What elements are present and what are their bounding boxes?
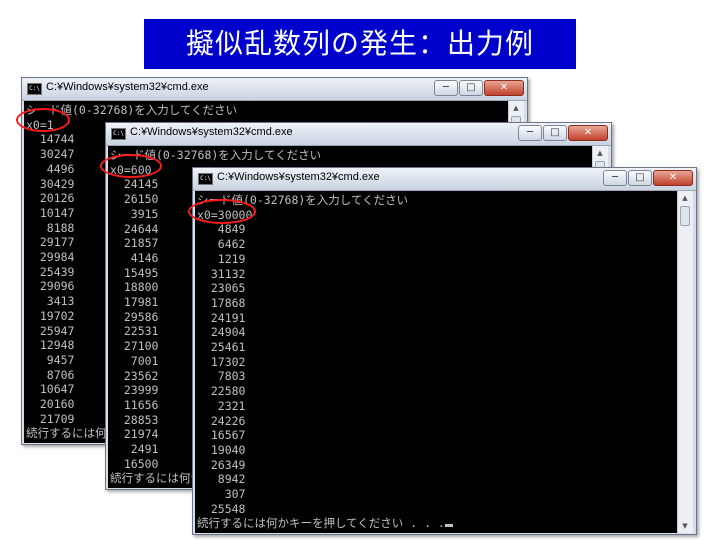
random-value: 10647 <box>39 382 75 397</box>
random-value: 8942 <box>217 472 246 487</box>
random-value: 26349 <box>210 457 246 472</box>
random-value: 21857 <box>123 236 159 251</box>
continue-line: 続行するには何かキーを押してください . . . <box>197 516 445 531</box>
random-value: 19040 <box>210 442 246 457</box>
random-value: 24226 <box>210 413 246 428</box>
random-value: 28853 <box>123 412 159 427</box>
random-value: 23562 <box>123 368 159 383</box>
slide-title: 擬似乱数列の発生：出力例 <box>144 19 576 69</box>
console-text: シード値(0-32768)を入力してください x0=30000 4849 646… <box>195 191 677 531</box>
random-value: 21709 <box>39 411 75 426</box>
console-output[interactable]: シード値(0-32768)を入力してください x0=30000 4849 646… <box>195 191 677 533</box>
random-value: 4146 <box>130 250 159 265</box>
maximize-button[interactable]: □ <box>628 170 652 186</box>
scroll-thumb[interactable] <box>680 206 690 226</box>
random-value: 4849 <box>217 222 246 237</box>
random-value: 7803 <box>217 369 246 384</box>
random-value: 20160 <box>39 397 75 412</box>
random-value: 3915 <box>130 206 159 221</box>
random-value: 3413 <box>46 294 75 309</box>
random-value: 19702 <box>39 308 75 323</box>
cmd-titlebar[interactable]: C:\ C:¥Windows¥system32¥cmd.exe ─ □ ✕ <box>193 168 696 191</box>
window-title: C:¥Windows¥system32¥cmd.exe <box>130 126 293 138</box>
random-value: 22531 <box>123 324 159 339</box>
vertical-scrollbar[interactable]: ▲ ▼ <box>677 191 693 533</box>
random-value: 17868 <box>210 295 246 310</box>
cmd-icon: C:\ <box>27 83 42 95</box>
random-value: 25461 <box>210 340 246 355</box>
random-value: 9457 <box>46 352 75 367</box>
random-value: 17302 <box>210 354 246 369</box>
random-value: 16500 <box>123 456 159 471</box>
random-value: 11656 <box>123 397 159 412</box>
slide: { "slide": { "title": "擬似乱数列の発生：出力例" }, … <box>0 0 720 540</box>
random-values: 4849 6462 1219 31132 23065 17868 24191 2… <box>197 222 246 516</box>
random-value: 27100 <box>123 339 159 354</box>
random-value: 20126 <box>39 191 75 206</box>
minimize-button[interactable]: ─ <box>518 125 542 141</box>
random-value: 15495 <box>123 265 159 280</box>
random-value: 23999 <box>123 383 159 398</box>
random-value: 24145 <box>123 177 159 192</box>
random-value: 2491 <box>130 442 159 457</box>
random-value: 10147 <box>39 205 75 220</box>
random-value: 31132 <box>210 266 246 281</box>
random-value: 307 <box>224 487 246 502</box>
random-value: 4496 <box>46 161 75 176</box>
cmd-titlebar[interactable]: C:\ C:¥Windows¥system32¥cmd.exe ─ □ ✕ <box>106 123 611 146</box>
minimize-button[interactable]: ─ <box>434 80 458 96</box>
seed-highlight-ellipse <box>16 108 70 132</box>
window-title: C:¥Windows¥system32¥cmd.exe <box>46 81 209 93</box>
random-values: 24145 26150 3915 24644 21857 4146 15495 … <box>110 177 159 471</box>
random-value: 30247 <box>39 147 75 162</box>
maximize-button[interactable]: □ <box>543 125 567 141</box>
random-value: 29984 <box>39 250 75 265</box>
random-value: 24191 <box>210 310 246 325</box>
random-value: 22580 <box>210 384 246 399</box>
random-value: 16567 <box>210 428 246 443</box>
random-value: 30429 <box>39 176 75 191</box>
random-value: 25548 <box>210 501 246 516</box>
random-value: 12948 <box>39 338 75 353</box>
scroll-down-icon[interactable]: ▼ <box>679 520 691 532</box>
scroll-up-icon[interactable]: ▲ <box>594 147 606 159</box>
random-value: 23065 <box>210 281 246 296</box>
random-value: 18800 <box>123 280 159 295</box>
random-value: 29096 <box>39 279 75 294</box>
random-value: 17981 <box>123 295 159 310</box>
window-title: C:¥Windows¥system32¥cmd.exe <box>217 171 380 183</box>
random-value: 25439 <box>39 264 75 279</box>
random-value: 8706 <box>46 367 75 382</box>
random-value: 21974 <box>123 427 159 442</box>
seed-highlight-ellipse <box>188 199 256 224</box>
scroll-up-icon[interactable]: ▲ <box>679 192 691 204</box>
scroll-up-icon[interactable]: ▲ <box>510 102 522 114</box>
text-cursor <box>444 524 453 528</box>
random-value: 24904 <box>210 325 246 340</box>
random-value: 29586 <box>123 309 159 324</box>
random-value: 14744 <box>39 132 75 147</box>
random-value: 2321 <box>217 398 246 413</box>
minimize-button[interactable]: ─ <box>603 170 627 186</box>
random-value: 24644 <box>123 221 159 236</box>
random-values: 14744 30247 4496 30429 20126 10147 8188 … <box>26 132 75 426</box>
cmd-icon: C:\ <box>111 128 126 140</box>
random-value: 7001 <box>130 353 159 368</box>
cmd-titlebar[interactable]: C:\ C:¥Windows¥system32¥cmd.exe ─ □ ✕ <box>22 78 527 101</box>
close-button[interactable]: ✕ <box>484 80 524 96</box>
cmd-window-seed-30000[interactable]: C:\ C:¥Windows¥system32¥cmd.exe ─ □ ✕ シー… <box>192 167 697 535</box>
seed-highlight-ellipse <box>100 154 162 178</box>
random-value: 1219 <box>217 251 246 266</box>
maximize-button[interactable]: □ <box>459 80 483 96</box>
close-button[interactable]: ✕ <box>653 170 693 186</box>
random-value: 25947 <box>39 323 75 338</box>
close-button[interactable]: ✕ <box>568 125 608 141</box>
random-value: 8188 <box>46 220 75 235</box>
random-value: 29177 <box>39 235 75 250</box>
random-value: 26150 <box>123 192 159 207</box>
random-value: 6462 <box>217 237 246 252</box>
cmd-icon: C:\ <box>198 173 213 185</box>
